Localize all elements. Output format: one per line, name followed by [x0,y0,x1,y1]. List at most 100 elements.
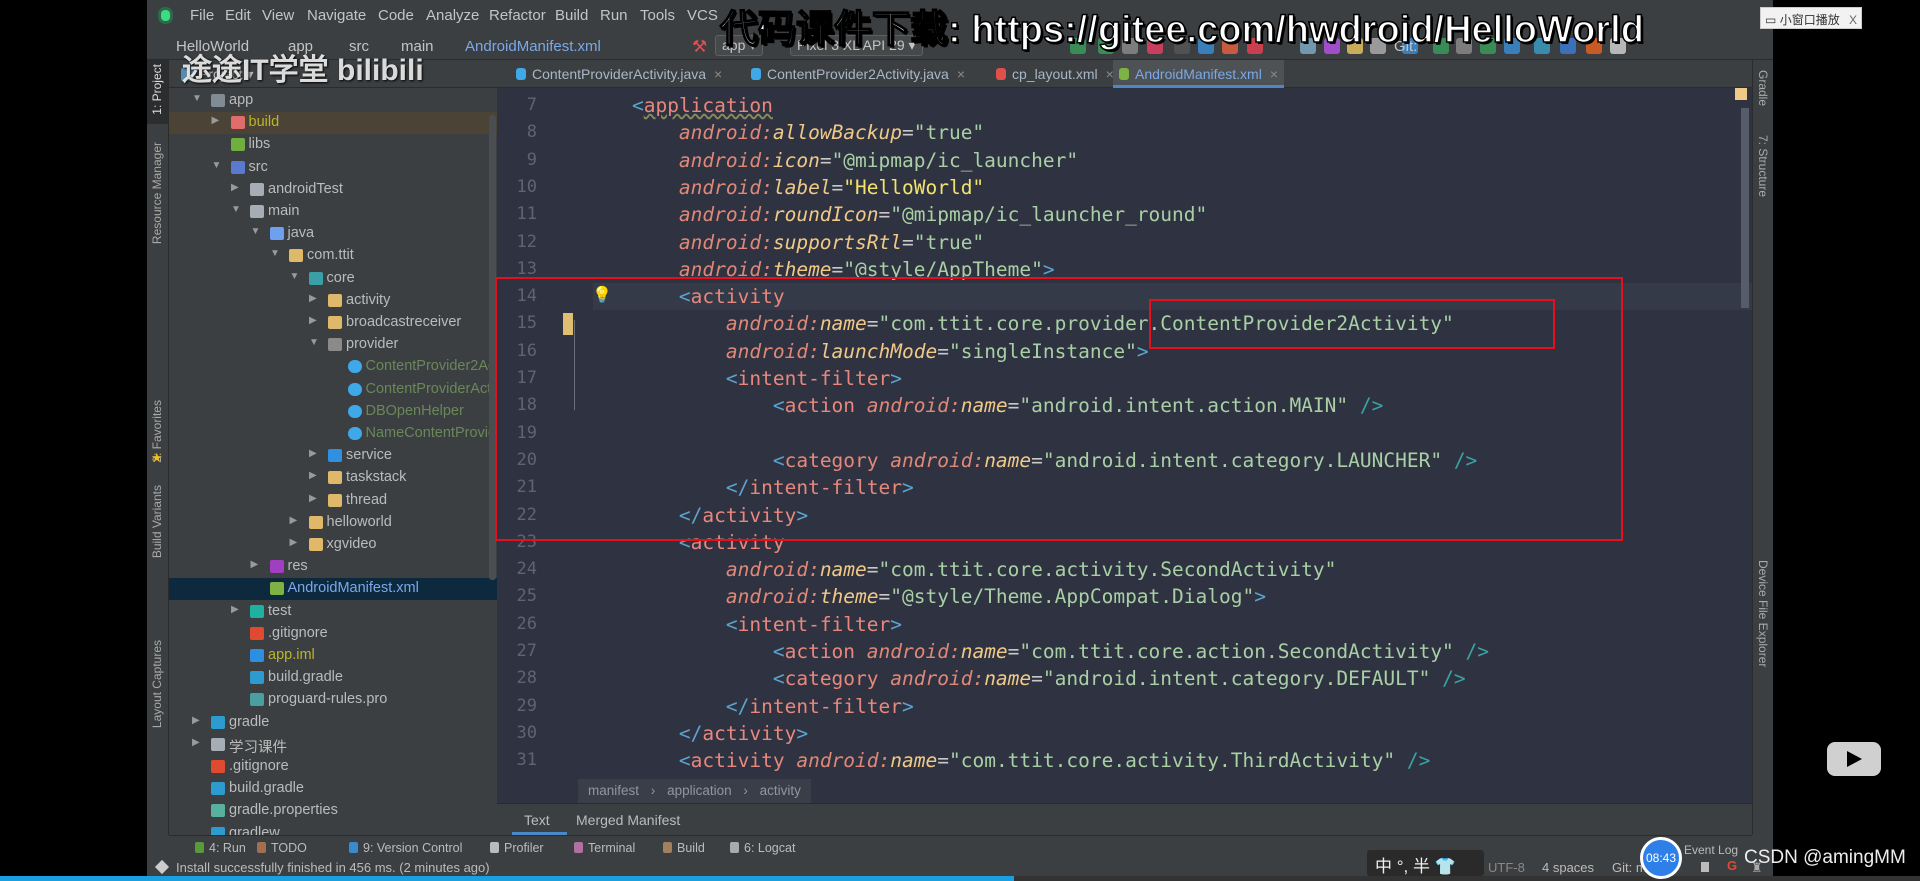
collapsed-arrow-icon[interactable]: ▶ [290,537,298,548]
tree-item[interactable]: ▶ service [169,445,497,467]
menu-code[interactable]: Code [378,7,414,24]
collapsed-arrow-icon[interactable]: ▶ [309,493,317,504]
tree-item[interactable]: .gitignore [169,756,497,778]
encoding[interactable]: UTF-8 [1488,860,1525,875]
tree-item[interactable]: ▶ build [169,112,497,135]
indent-setting[interactable]: 4 spaces [1542,860,1594,875]
tree-item[interactable]: libs [169,134,497,156]
nav-crumb-4[interactable]: AndroidManifest.xml [465,38,601,55]
tool-window--logcat[interactable]: 6: Logcat [730,841,795,855]
expanded-arrow-icon[interactable]: ▼ [309,337,319,348]
tree-item[interactable]: DBOpenHelper [169,401,497,423]
tree-item[interactable]: NameContentProvider [169,423,497,445]
close-tab-icon[interactable]: × [714,66,722,82]
menu-build[interactable]: Build [555,7,588,24]
tool-window-todo[interactable]: TODO [257,841,307,855]
tree-item[interactable]: ▶ 学习课件 [169,734,497,756]
tree-item[interactable]: app.iml [169,645,497,667]
expanded-arrow-icon[interactable]: ▼ [212,160,222,171]
tab-cp-layout-xml[interactable]: cp_layout.xml × [990,60,1120,88]
tree-item[interactable]: ▼ provider [169,334,497,356]
lock-icon[interactable] [1701,862,1709,872]
tree-item[interactable]: ContentProvider2Activity [169,356,497,378]
code-line[interactable]: android:theme="@style/Theme.AppCompat.Di… [585,583,1266,610]
tool-window-profiler[interactable]: Profiler [490,841,544,855]
collapsed-arrow-icon[interactable]: ▶ [192,737,200,748]
menu-view[interactable]: View [262,7,294,24]
hammer-build-icon[interactable]: ⚒ [692,37,707,57]
ime-toolbar[interactable]: 中 °, 半 👕 [1367,850,1484,876]
crumb-activity[interactable]: activity [760,783,801,798]
menu-analyze[interactable]: Analyze [426,7,479,24]
close-tab-icon[interactable]: × [957,66,965,82]
crumb-manifest[interactable]: manifest [588,783,639,798]
menu-vcs[interactable]: VCS [687,7,718,24]
code-line[interactable]: <activity android:name="com.ttit.core.ac… [585,747,1430,774]
tree-item[interactable]: ▶ test [169,601,497,623]
expanded-arrow-icon[interactable]: ▼ [192,93,202,104]
event-log-button[interactable]: Event Log [1684,843,1738,857]
tool-tab-structure[interactable]: 7: Structure [1756,135,1770,197]
tree-item[interactable]: gradle.properties [169,800,497,822]
tool-tab-resource-manager[interactable]: Resource Manager [150,142,164,244]
tree-item[interactable]: ▶ thread [169,490,497,512]
tree-item[interactable]: build.gradle [169,667,497,689]
menu-tools[interactable]: Tools [640,7,675,24]
menu-edit[interactable]: Edit [225,7,251,24]
collapsed-arrow-icon[interactable]: ▶ [251,559,259,570]
bilibili-tv-icon[interactable] [1827,742,1881,776]
collapsed-arrow-icon[interactable]: ▶ [212,115,220,126]
mini-window-button[interactable]: ▭ 小窗口播放 X [1760,7,1863,29]
collapsed-arrow-icon[interactable]: ▶ [231,182,239,193]
tool-tab-device-file-explorer[interactable]: Device File Explorer [1756,560,1770,667]
tool-window--run[interactable]: 4: Run [195,841,246,855]
tree-item[interactable]: build.gradle [169,778,497,800]
tree-item[interactable]: ▶ taskstack [169,467,497,489]
tree-item[interactable]: ▼ java [169,223,497,245]
tree-item[interactable]: ContentProviderActivity [169,379,497,401]
tab-contentprovider2activity-java[interactable]: ContentProvider2Activity.java × [745,60,971,88]
video-progress-track[interactable] [0,876,1920,881]
code-line[interactable]: <category android:name="android.intent.c… [585,665,1466,692]
collapsed-arrow-icon[interactable]: ▶ [309,293,317,304]
code-line[interactable]: <action android:name="com.ttit.core.acti… [585,638,1489,665]
expanded-arrow-icon[interactable]: ▼ [251,226,261,237]
collapsed-arrow-icon[interactable]: ▶ [309,315,317,326]
collapsed-arrow-icon[interactable]: ▶ [309,470,317,481]
menu-file[interactable]: File [190,7,214,24]
menu-navigate[interactable]: Navigate [307,7,366,24]
tool-tab-build-variants[interactable]: Build Variants [150,485,164,558]
tool-tab-layout-captures[interactable]: Layout Captures [150,640,164,728]
tree-item[interactable]: ▼ main [169,201,497,223]
code-line[interactable]: </activity> [585,720,808,747]
tab-contentprovideractivity-java[interactable]: ContentProviderActivity.java × [510,60,728,88]
code-line[interactable]: <application [585,92,773,119]
status-message[interactable]: Install successfully finished in 456 ms.… [176,860,490,875]
crumb-application[interactable]: application [667,783,732,798]
collapsed-arrow-icon[interactable]: ▶ [309,448,317,459]
clock-bubble[interactable]: 08:43 [1640,837,1682,879]
tree-item[interactable]: ▼ core [169,268,497,290]
tool-tab-project[interactable]: 1: Project [150,64,164,115]
tree-item[interactable]: ▶ gradle [169,712,497,734]
tree-item[interactable]: ▶ helloworld [169,512,497,534]
tree-item[interactable]: ▶ broadcastreceiver [169,312,497,334]
tree-item[interactable]: ▼ src [169,157,497,179]
tree-item[interactable]: ▶ res [169,556,497,578]
tab-text[interactable]: Text [524,812,550,828]
tree-item[interactable]: ▶ androidTest [169,179,497,201]
code-line[interactable]: android:icon="@mipmap/ic_launcher" [585,147,1078,174]
tree-item[interactable]: proguard-rules.pro [169,689,497,711]
tree-item[interactable]: AndroidManifest.xml [169,578,497,601]
expanded-arrow-icon[interactable]: ▼ [290,271,300,282]
editor-scrollbar[interactable] [1741,108,1749,308]
collapsed-arrow-icon[interactable]: ▶ [231,604,239,615]
tree-item[interactable]: .gitignore [169,623,497,645]
menu-refactor[interactable]: Refactor [489,7,546,24]
tree-item[interactable]: ▼ app [169,90,497,112]
tool-window-terminal[interactable]: Terminal [574,841,635,855]
code-line[interactable]: android:supportsRtl="true" [585,229,984,256]
code-line[interactable]: </intent-filter> [585,693,914,720]
close-tab-icon[interactable]: × [1270,66,1278,82]
expanded-arrow-icon[interactable]: ▼ [231,204,241,215]
